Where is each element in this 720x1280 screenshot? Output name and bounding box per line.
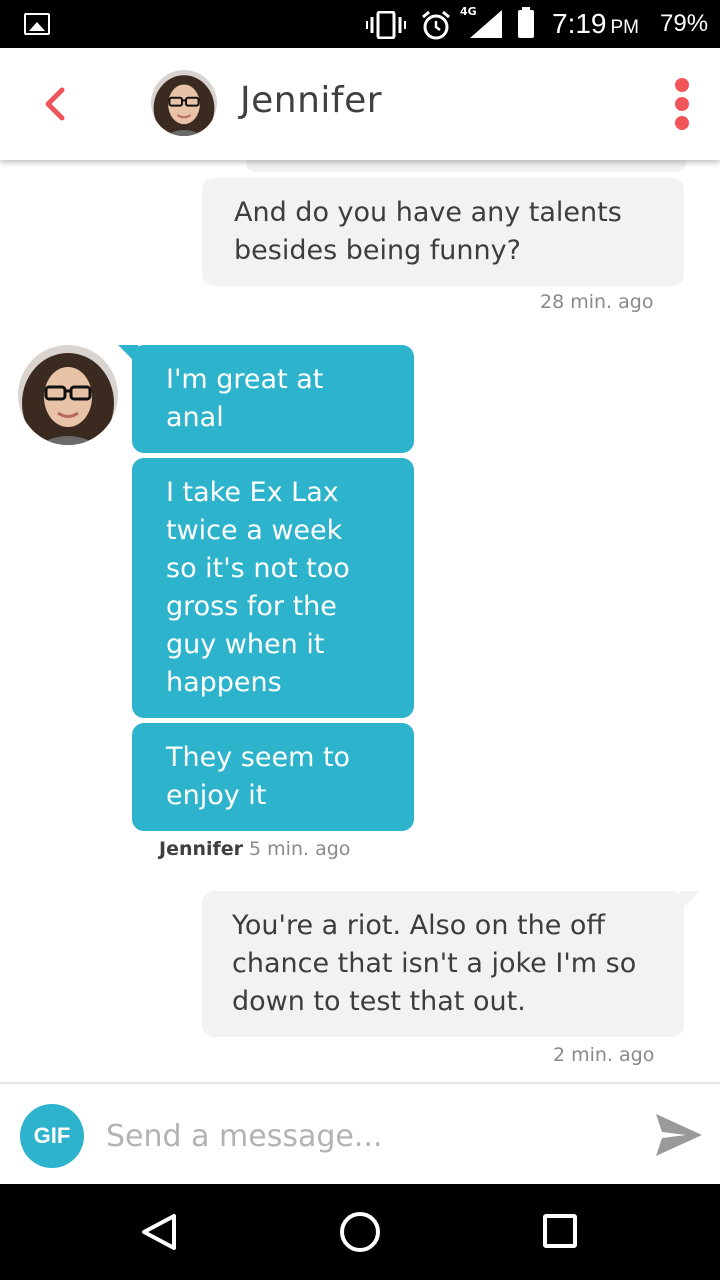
incoming-message[interactable]: I'm great at anal <box>132 345 414 453</box>
message-meta: Jennifer 5 min. ago <box>159 838 350 860</box>
clock-ampm: PM <box>610 17 640 38</box>
signal-icon <box>470 10 502 38</box>
message-timestamp: 2 min. ago <box>553 1044 655 1066</box>
back-button[interactable] <box>36 84 76 124</box>
incoming-message[interactable]: I take Ex Lax twice a week so it's not t… <box>132 458 414 718</box>
avatar-photo <box>151 70 217 136</box>
system-navigation-bar <box>0 1184 720 1280</box>
clock-time: 7:19 <box>552 8 607 39</box>
outgoing-message[interactable]: And do you have any talents besides bein… <box>202 178 684 286</box>
menu-button[interactable] <box>668 78 696 130</box>
nav-recents-icon[interactable] <box>543 1214 577 1248</box>
battery-icon <box>518 7 534 38</box>
chat-header: Jennifer <box>0 48 720 160</box>
menu-dot-icon <box>675 78 689 92</box>
message-composer: GIF <box>0 1082 720 1184</box>
gif-button[interactable]: GIF <box>20 1104 84 1168</box>
contact-avatar-small[interactable] <box>18 345 118 445</box>
menu-dot-icon <box>675 97 689 111</box>
image-notification-icon <box>24 13 50 35</box>
message-list[interactable]: And do you have any talents besides bein… <box>0 160 720 1082</box>
alarm-icon <box>422 10 450 40</box>
clock: 7:19 PM <box>552 8 639 40</box>
avatar-photo <box>18 345 118 445</box>
incoming-message[interactable]: They seem to enjoy it <box>132 723 414 831</box>
contact-name[interactable]: Jennifer <box>240 80 382 121</box>
send-button[interactable] <box>654 1112 704 1158</box>
menu-dot-icon <box>675 116 689 130</box>
message-input[interactable] <box>106 1112 626 1160</box>
previous-message-bubble <box>246 160 686 172</box>
contact-avatar[interactable] <box>151 70 217 136</box>
message-timestamp: 28 min. ago <box>540 291 654 313</box>
vibrate-icon <box>366 11 406 39</box>
status-bar: 4G 7:19 PM 79% <box>0 0 720 48</box>
battery-percent: 79% <box>660 10 709 37</box>
nav-back-icon[interactable] <box>140 1212 180 1252</box>
outgoing-message[interactable]: You're a riot. Also on the off chance th… <box>202 891 684 1037</box>
message-timestamp: 5 min. ago <box>249 838 351 860</box>
message-sender: Jennifer <box>159 838 244 860</box>
nav-home-icon[interactable] <box>340 1212 380 1252</box>
